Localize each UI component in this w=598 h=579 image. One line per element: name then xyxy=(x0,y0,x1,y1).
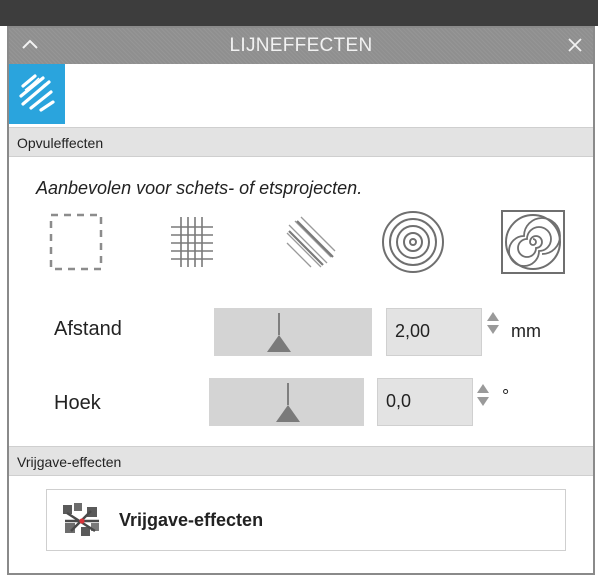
fill-effects-header: Opvuleffecten xyxy=(9,127,593,157)
distance-slider-needle xyxy=(278,313,280,335)
top-strip xyxy=(0,0,598,26)
distance-stepper[interactable] xyxy=(486,312,500,334)
pattern-spiral[interactable] xyxy=(499,208,567,276)
release-effects-icon xyxy=(63,503,99,536)
distance-unit: mm xyxy=(511,321,541,341)
stepper-down-icon[interactable] xyxy=(477,397,489,406)
pattern-diagonal[interactable] xyxy=(279,211,341,273)
angle-unit: ° xyxy=(502,386,510,406)
release-effects-button[interactable]: Vrijgave-effecten xyxy=(46,489,566,551)
release-effects-header: Vrijgave-effecten xyxy=(9,446,593,476)
distance-label: Afstand xyxy=(54,318,122,340)
line-effects-panel: LIJNEFFECTEN Opvuleffecten Aanbevolen vo… xyxy=(7,26,595,575)
angle-slider-needle xyxy=(287,383,289,405)
diagonal-lines-pattern-icon xyxy=(286,216,336,268)
none-pattern-icon xyxy=(49,213,103,271)
angle-stepper[interactable] xyxy=(476,384,490,406)
angle-label: Hoek xyxy=(54,392,101,414)
angle-input[interactable]: 0,0 xyxy=(377,378,473,426)
concentric-circles-pattern-icon xyxy=(382,211,444,273)
panel-titlebar[interactable]: LIJNEFFECTEN xyxy=(9,28,593,64)
stepper-up-icon[interactable] xyxy=(487,312,499,321)
fill-hint-text: Aanbevolen voor schets- of etsprojecten. xyxy=(36,178,363,198)
pattern-none[interactable] xyxy=(45,211,107,273)
distance-slider[interactable] xyxy=(214,308,372,356)
pattern-concentric[interactable] xyxy=(379,208,447,276)
distance-slider-thumb[interactable] xyxy=(267,335,291,352)
effects-tab-row xyxy=(9,64,593,126)
stepper-up-icon[interactable] xyxy=(477,384,489,393)
angle-slider[interactable] xyxy=(209,378,364,426)
spiral-pattern-icon xyxy=(501,210,565,274)
distance-input[interactable]: 2,00 xyxy=(386,308,482,356)
tab-fill-effects[interactable] xyxy=(9,64,65,124)
panel-title: LIJNEFFECTEN xyxy=(229,35,373,56)
angle-slider-thumb[interactable] xyxy=(276,405,300,422)
close-icon[interactable] xyxy=(565,35,585,55)
sketch-lines-icon xyxy=(19,74,55,112)
pattern-grid[interactable] xyxy=(161,211,223,273)
release-effects-button-label: Vrijgave-effecten xyxy=(119,510,264,530)
stepper-down-icon[interactable] xyxy=(487,325,499,334)
grid-pattern-icon xyxy=(171,217,213,267)
